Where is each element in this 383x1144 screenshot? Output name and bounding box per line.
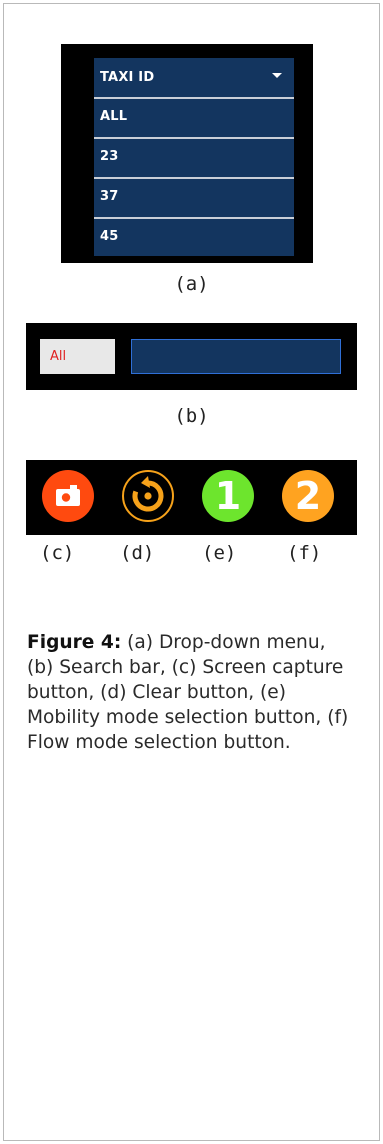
search-input[interactable] (131, 339, 341, 374)
figure-caption-lead: Figure 4: (27, 632, 122, 653)
mobility-mode-button[interactable]: 1 (202, 470, 254, 522)
caret-down-icon[interactable] (272, 73, 282, 78)
caption-c: (c) (40, 542, 75, 564)
caption-e: (e) (202, 542, 237, 564)
caption-d: (d) (120, 542, 155, 564)
button-captions: (c) (d) (e) (f) (0, 542, 383, 566)
search-scope-select[interactable]: All (40, 339, 115, 374)
search-panel: All (26, 323, 357, 390)
dropdown-option-label: ALL (100, 109, 128, 124)
dropdown-option-23[interactable]: 23 (94, 137, 294, 176)
clear-button[interactable] (122, 470, 174, 522)
caption-f: (f) (287, 542, 322, 564)
buttons-panel: 1 2 (26, 460, 357, 535)
dropdown-option-label: 45 (100, 229, 119, 244)
flow-mode-button[interactable]: 2 (282, 470, 334, 522)
mobility-mode-number: 1 (214, 474, 242, 518)
dropdown-option-all[interactable]: ALL (94, 97, 294, 136)
screen-capture-button[interactable] (42, 470, 94, 522)
refresh-icon (132, 476, 164, 512)
dropdown-option-45[interactable]: 45 (94, 217, 294, 256)
camera-icon (56, 485, 80, 506)
taxi-id-dropdown[interactable]: TAXI ID ALL 23 37 45 (94, 58, 294, 256)
search-scope-value: All (50, 349, 67, 364)
caption-a: (a) (174, 273, 209, 295)
dropdown-option-label: 23 (100, 149, 119, 164)
caption-b: (b) (174, 405, 209, 427)
dropdown-header-label: TAXI ID (100, 70, 155, 85)
dropdown-option-37[interactable]: 37 (94, 177, 294, 216)
dropdown-option-label: 37 (100, 189, 119, 204)
dropdown-header[interactable]: TAXI ID (94, 58, 294, 97)
figure-caption: Figure 4: (a) Drop-down menu, (b) Search… (27, 630, 357, 755)
flow-mode-number: 2 (294, 474, 322, 518)
dropdown-panel: TAXI ID ALL 23 37 45 (61, 44, 313, 263)
